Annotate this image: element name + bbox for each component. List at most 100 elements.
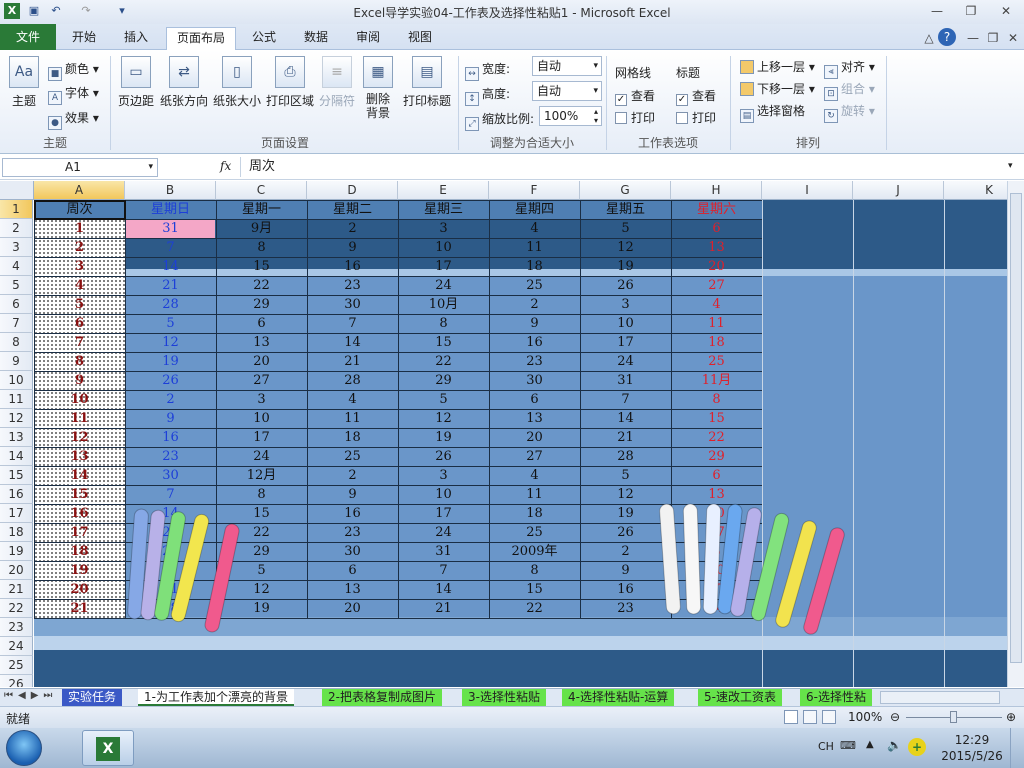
tab-insert[interactable]: 插入 bbox=[114, 27, 158, 50]
sheet-tab-1[interactable]: 1-为工作表加个漂亮的背景 bbox=[138, 689, 294, 706]
ribbon-collapse-icon[interactable]: △ bbox=[918, 29, 940, 47]
expand-formula-icon[interactable]: ▾ bbox=[1008, 161, 1013, 171]
breaks-label: 分隔符 bbox=[318, 94, 355, 108]
chalk-stick-white-2 bbox=[682, 503, 702, 615]
clock-time[interactable]: 12:29 bbox=[944, 733, 1000, 747]
theme-effects-button[interactable]: ● 效果 ▾ bbox=[48, 109, 99, 130]
rotate-icon: ↻ bbox=[824, 109, 838, 123]
size-button[interactable]: ▯ 纸张大小 bbox=[211, 56, 263, 109]
page-break-view-icon[interactable] bbox=[822, 710, 836, 724]
group-label-page-setup: 页面设置 bbox=[260, 136, 309, 150]
sheet-tab-bar: ⏮◀▶⏭ 实验任务 1-为工作表加个漂亮的背景 2-把表格复制成图片 3-选择性粘贴 4… bbox=[0, 688, 1024, 706]
zoom-in-icon[interactable]: ⊕ bbox=[1006, 710, 1016, 724]
breaks-button[interactable]: ≡ 分隔符 bbox=[317, 56, 357, 109]
gridlines-view-checkbox[interactable]: ✓ 查看 bbox=[615, 87, 655, 106]
delete-background-button[interactable]: ▦ 删除 背景 bbox=[360, 56, 396, 120]
print-area-label: 打印区域 bbox=[265, 94, 314, 108]
palette-icon: ■ bbox=[48, 67, 62, 81]
print-titles-button[interactable]: ▤ 打印标题 bbox=[400, 56, 454, 109]
insert-function-icon[interactable]: fx bbox=[220, 159, 231, 173]
headings-print-checkbox[interactable]: 打印 bbox=[676, 109, 716, 126]
print-titles-icon: ▤ bbox=[412, 56, 442, 88]
vertical-scroll-thumb[interactable] bbox=[1010, 193, 1022, 663]
restore-button[interactable]: ❐ bbox=[960, 2, 982, 20]
chalk-picture[interactable] bbox=[0, 181, 1007, 687]
tray-expand-icon[interactable]: ▲ bbox=[866, 739, 874, 750]
page-layout-view-icon[interactable] bbox=[803, 710, 817, 724]
formula-input[interactable]: 周次 bbox=[240, 157, 1006, 177]
theme-fonts-button[interactable]: A 字体 ▾ bbox=[48, 84, 99, 105]
orientation-button[interactable]: ⇄ 纸张方向 bbox=[158, 56, 210, 109]
help-icon[interactable]: ? bbox=[938, 28, 956, 46]
worksheet-grid[interactable]: ABCDEFGHIJK 1 2 3 4 5 6 7 8 9 10 11 12 13 14 15 16 17 18 1… bbox=[0, 181, 1007, 687]
doc-close-button[interactable]: ✕ bbox=[1002, 29, 1024, 47]
sheet-tab-5[interactable]: 5-速改工资表 bbox=[698, 689, 782, 706]
title-bar: X ▣ ↶ ↷ ▾ Excel导学实验04-工作表及选择性粘贴1 - Micro… bbox=[0, 0, 1024, 24]
vertical-scrollbar[interactable] bbox=[1007, 181, 1024, 687]
sheet-nav-arrows[interactable]: ⏮◀▶⏭ bbox=[4, 690, 57, 701]
tab-view[interactable]: 视图 bbox=[398, 27, 442, 50]
input-language[interactable]: CH bbox=[818, 740, 834, 753]
tab-review[interactable]: 审阅 bbox=[346, 27, 390, 50]
theme-fonts-label: 字体 bbox=[65, 86, 90, 100]
rotate-button[interactable]: ↻ 旋转 ▾ bbox=[824, 102, 875, 123]
tab-formulas[interactable]: 公式 bbox=[242, 27, 286, 50]
doc-minimize-button[interactable]: — bbox=[962, 29, 984, 47]
zoom-out-icon[interactable]: ⊖ bbox=[890, 710, 900, 724]
zoom-slider-thumb[interactable] bbox=[950, 711, 957, 723]
zoom-level[interactable]: 100% bbox=[848, 710, 882, 724]
group-label-scale: 调整为合适大小 bbox=[489, 136, 574, 150]
width-select[interactable]: 自动 ▾ bbox=[532, 56, 602, 76]
start-button[interactable] bbox=[6, 730, 42, 766]
minimize-button[interactable]: — bbox=[926, 2, 948, 20]
ribbon-tabs: 文件 开始 插入 页面布局 公式 数据 审阅 视图 △ ? — ❐ ✕ bbox=[0, 24, 1024, 50]
gridlines-print-checkbox[interactable]: 打印 bbox=[615, 109, 655, 126]
excel-icon: X bbox=[96, 737, 120, 761]
print-area-button[interactable]: ⎙ 打印区域 bbox=[264, 56, 316, 109]
themes-button[interactable]: Aa 主题 bbox=[6, 56, 42, 109]
theme-colors-label: 颜色 bbox=[65, 62, 90, 76]
ribbon-page-layout: Aa 主题 ■ 颜色 ▾ A 字体 ▾ ● 效果 ▾ 主题 ▭ 页边距 ⇄ 纸张方向 ▯ 纸… bbox=[0, 50, 1024, 154]
keyboard-icon[interactable]: ⌨ bbox=[840, 739, 856, 752]
bring-forward-icon bbox=[740, 60, 754, 74]
taskbar-excel-button[interactable]: X bbox=[82, 730, 134, 766]
sheet-tab-4[interactable]: 4-选择性粘贴-运算 bbox=[562, 689, 675, 706]
group-label-arrange: 排列 bbox=[795, 136, 820, 150]
scale-label: ⤢ 缩放比例: bbox=[465, 110, 534, 131]
themes-label: 主题 bbox=[11, 94, 36, 108]
size-icon: ▯ bbox=[222, 56, 252, 88]
sheet-tab-3[interactable]: 3-选择性粘贴 bbox=[462, 689, 546, 706]
themes-icon: Aa bbox=[9, 56, 39, 88]
show-desktop-button[interactable] bbox=[1010, 728, 1024, 768]
bring-forward-button[interactable]: 上移一层 ▾ bbox=[740, 58, 815, 75]
tray-app-icon[interactable]: + bbox=[908, 738, 926, 756]
volume-icon[interactable]: 🔈 bbox=[887, 738, 902, 752]
doc-restore-button[interactable]: ❐ bbox=[982, 29, 1004, 47]
tab-file[interactable]: 文件 bbox=[0, 24, 56, 50]
close-button[interactable]: ✕ bbox=[995, 2, 1017, 20]
group-label-sheet-options: 工作表选项 bbox=[637, 136, 698, 150]
height-select[interactable]: 自动 ▾ bbox=[532, 81, 602, 101]
font-icon: A bbox=[48, 91, 62, 105]
tab-page-layout[interactable]: 页面布局 bbox=[166, 27, 237, 50]
sheet-tab-2[interactable]: 2-把表格复制成图片 bbox=[322, 689, 442, 706]
selection-pane-icon: ▤ bbox=[740, 109, 754, 123]
breaks-icon: ≡ bbox=[322, 56, 352, 88]
tab-home[interactable]: 开始 bbox=[62, 27, 106, 50]
scale-spinner[interactable]: 100% ▴ ▾ bbox=[539, 106, 602, 126]
status-bar: 就绪 100% ⊖ ⊕ bbox=[0, 706, 1024, 728]
horizontal-scrollbar[interactable] bbox=[880, 691, 1000, 704]
normal-view-icon[interactable] bbox=[784, 710, 798, 724]
sheet-tab-0[interactable]: 实验任务 bbox=[62, 689, 123, 706]
group-button[interactable]: ⊡ 组合 ▾ bbox=[824, 80, 875, 101]
headings-view-checkbox[interactable]: ✓ 查看 bbox=[676, 87, 716, 106]
name-box[interactable]: A1 ▾ bbox=[2, 158, 158, 177]
clock-date[interactable]: 2015/5/26 bbox=[938, 749, 1006, 763]
sheet-tab-6[interactable]: 6-选择性粘 bbox=[800, 689, 872, 706]
selection-pane-button[interactable]: ▤ 选择窗格 bbox=[740, 102, 805, 123]
align-button[interactable]: ⫷ 对齐 ▾ bbox=[824, 58, 875, 79]
theme-colors-button[interactable]: ■ 颜色 ▾ bbox=[48, 60, 99, 81]
send-backward-button[interactable]: 下移一层 ▾ bbox=[740, 80, 815, 97]
margins-button[interactable]: ▭ 页边距 bbox=[116, 56, 156, 109]
tab-data[interactable]: 数据 bbox=[294, 27, 338, 50]
